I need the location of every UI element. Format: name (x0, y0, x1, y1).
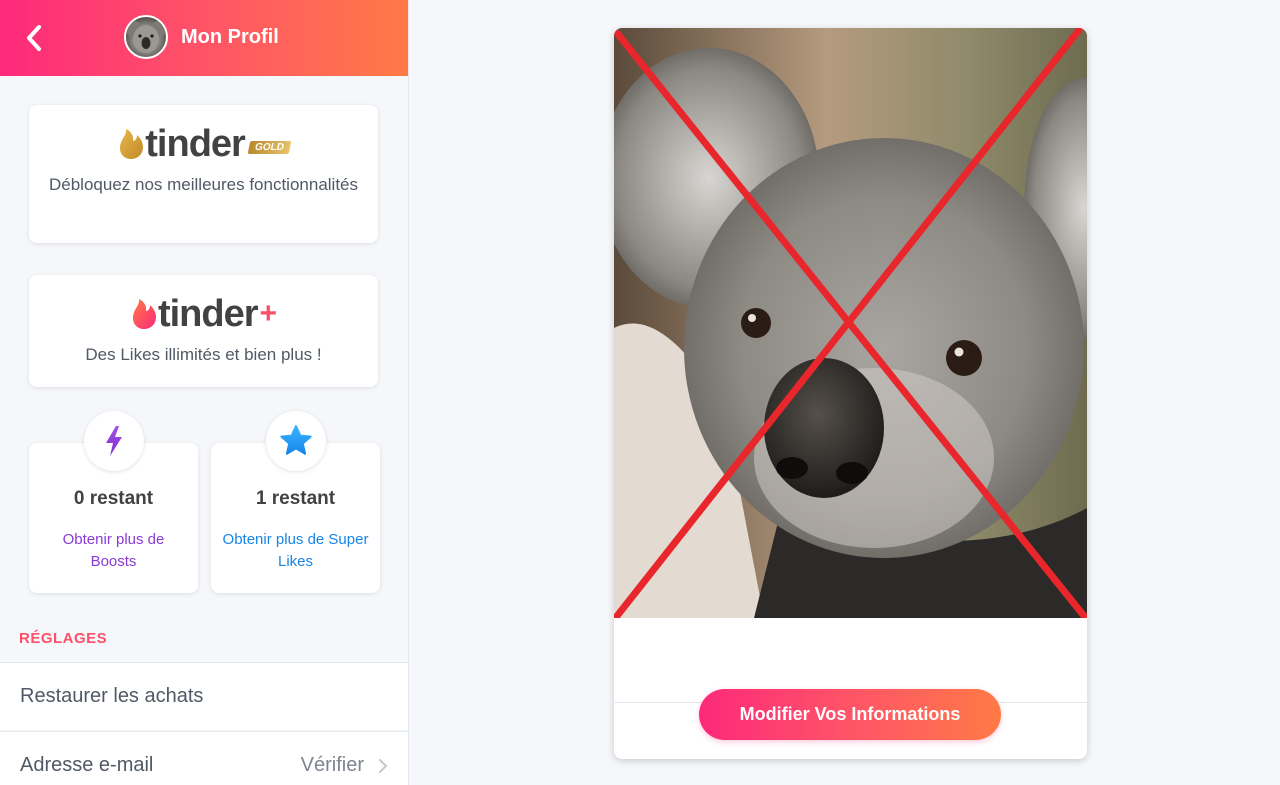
tinder-gold-card[interactable]: tinder GOLD Débloquez nos meilleures fon… (29, 105, 378, 243)
email-label: Adresse e-mail (20, 754, 154, 776)
tinder-plus-logo: tinder + (29, 295, 378, 333)
profile-header: Mon Profil (0, 0, 408, 76)
lightning-bolt-icon (105, 426, 122, 456)
flame-icon (120, 129, 144, 159)
settings-section-label: RÉGLAGES (19, 630, 108, 647)
brand-wordmark: tinder (145, 123, 246, 165)
plus-sign: + (259, 297, 278, 330)
avatar[interactable] (124, 15, 168, 59)
edit-profile-button[interactable]: Modifier Vos Informations (699, 689, 1001, 740)
flame-icon (132, 299, 156, 329)
super-likes-remaining: 1 restant (255, 488, 336, 509)
restore-purchases-label: Restaurer les achats (20, 685, 204, 707)
koala-avatar-image (126, 21, 166, 53)
chevron-left-icon (27, 25, 41, 51)
boosts-remaining: 0 restant (73, 488, 154, 509)
sidebar: Mon Profil tinder GOLD Débloquez nos mei… (0, 0, 409, 785)
get-more-boosts-link[interactable]: Obtenir plus de Boosts (39, 529, 188, 573)
verify-email-action[interactable]: Vérifier (301, 754, 364, 777)
back-button[interactable] (16, 20, 52, 56)
get-more-super-likes-link[interactable]: Obtenir plus de Super Likes (221, 529, 370, 573)
tinder-plus-card[interactable]: tinder + Des Likes illimités et bien plu… (29, 275, 378, 387)
gold-badge: GOLD (247, 140, 292, 154)
tinder-gold-logo: tinder GOLD (29, 125, 378, 163)
chevron-right-icon (379, 759, 387, 773)
star-icon (279, 425, 312, 455)
boosts-card: 0 restant Obtenir plus de Boosts (29, 411, 198, 593)
brand-wordmark: tinder (157, 293, 259, 335)
super-like-button[interactable] (265, 411, 326, 471)
page-title: Mon Profil (181, 26, 279, 48)
gold-description: Débloquez nos meilleures fonctionnalités (49, 175, 359, 194)
profile-photo[interactable] (614, 28, 1087, 618)
super-likes-card: 1 restant Obtenir plus de Super Likes (211, 411, 380, 593)
restore-purchases-row[interactable]: Restaurer les achats (0, 662, 408, 730)
boost-button[interactable] (83, 411, 144, 471)
plus-description: Des Likes illimités et bien plus ! (85, 345, 322, 364)
profile-card (614, 28, 1087, 759)
email-row[interactable]: Adresse e-mail Vérifier (0, 731, 408, 785)
